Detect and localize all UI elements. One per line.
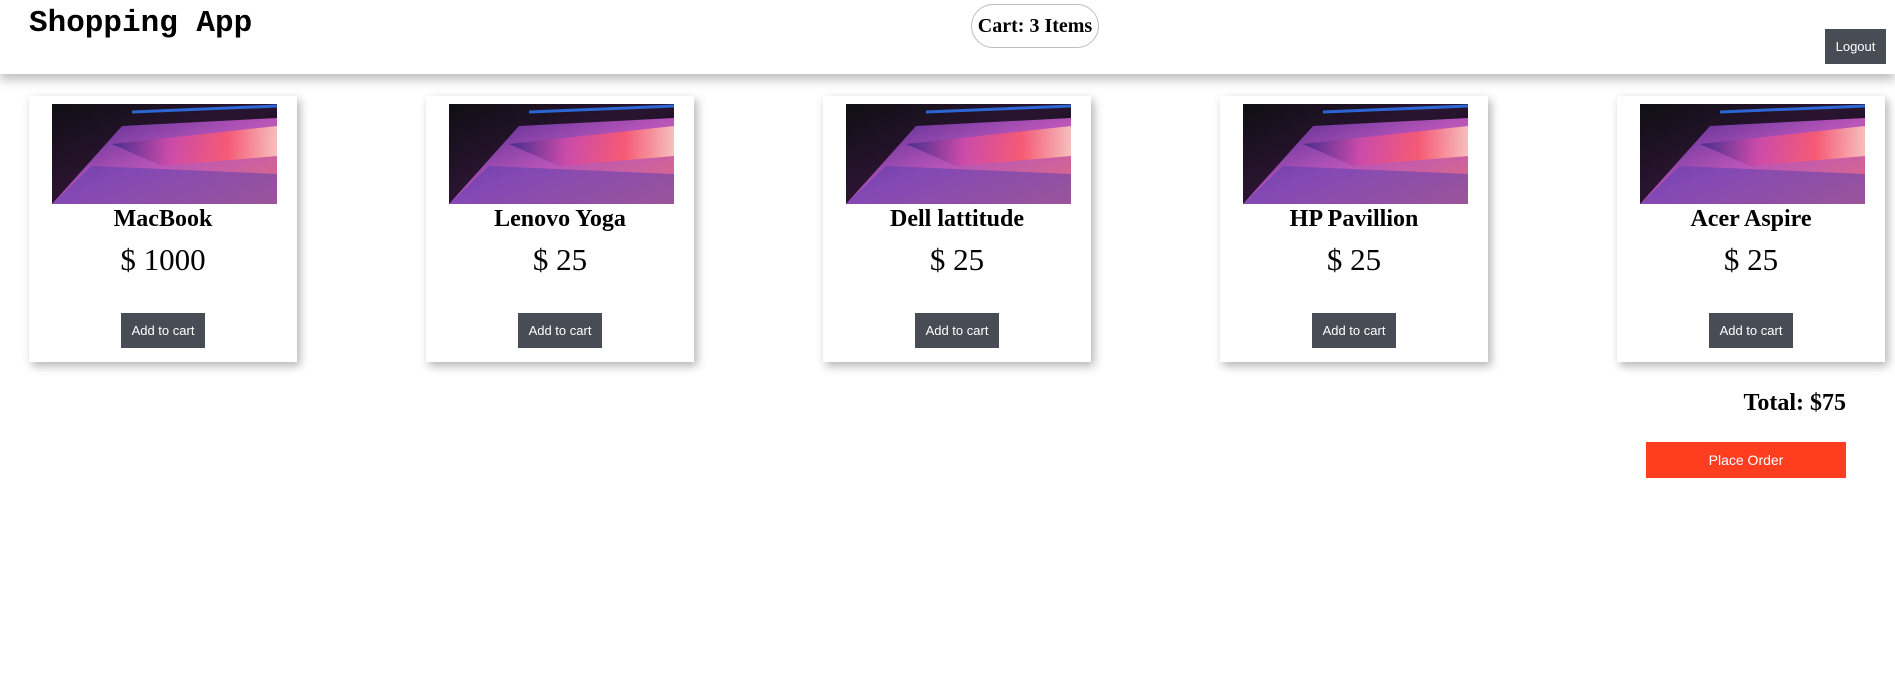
product-card: HP Pavillion $ 25 Add to cart: [1220, 96, 1488, 362]
product-card: Acer Aspire $ 25 Add to cart: [1617, 96, 1885, 362]
product-price: $ 25: [929, 242, 985, 277]
product-price: $ 25: [1723, 242, 1779, 277]
cart-count-badge[interactable]: Cart: 3 Items: [971, 4, 1099, 48]
product-card: MacBook $ 1000 Add to cart: [29, 96, 297, 362]
add-to-cart-button[interactable]: Add to cart: [915, 313, 999, 348]
product-name: Lenovo Yoga: [494, 206, 626, 232]
product-price: $ 25: [1326, 242, 1382, 277]
product-name: HP Pavillion: [1289, 206, 1419, 232]
order-total: Total: $75: [1743, 390, 1846, 416]
add-to-cart-button[interactable]: Add to cart: [1312, 313, 1396, 348]
laptop-image: [1640, 104, 1865, 204]
add-to-cart-button[interactable]: Add to cart: [121, 313, 205, 348]
logout-button[interactable]: Logout: [1825, 29, 1886, 64]
product-name: MacBook: [113, 206, 213, 232]
add-to-cart-button[interactable]: Add to cart: [518, 313, 602, 348]
laptop-image: [449, 104, 674, 204]
product-price: $ 1000: [120, 242, 206, 277]
top-bar: Shopping App Cart: 3 Items Logout: [0, 0, 1895, 74]
app-title: Shopping App: [29, 6, 253, 41]
laptop-image: [52, 104, 277, 204]
add-to-cart-button[interactable]: Add to cart: [1709, 313, 1793, 348]
place-order-button[interactable]: Place Order: [1646, 442, 1846, 478]
product-card: Dell lattitude $ 25 Add to cart: [823, 96, 1091, 362]
product-name: Dell lattitude: [890, 206, 1024, 232]
laptop-image: [1243, 104, 1468, 204]
laptop-image: [846, 104, 1071, 204]
product-card: Lenovo Yoga $ 25 Add to cart: [426, 96, 694, 362]
product-price: $ 25: [532, 242, 588, 277]
product-name: Acer Aspire: [1690, 206, 1812, 232]
